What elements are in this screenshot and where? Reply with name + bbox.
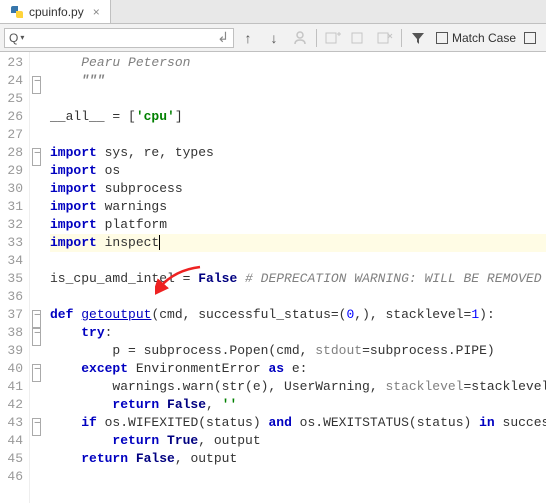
search-box[interactable]: Q ▾ ↲ xyxy=(4,28,234,48)
remove-selection-icon xyxy=(351,31,367,45)
next-match-button[interactable]: ↓ xyxy=(262,27,286,49)
exclude-button[interactable] xyxy=(373,27,397,49)
code-line[interactable] xyxy=(50,252,546,270)
line-number: 30 xyxy=(0,180,23,198)
python-file-icon xyxy=(10,5,24,19)
line-number: 44 xyxy=(0,432,23,450)
code-line[interactable]: Pearu Peterson xyxy=(50,54,546,72)
code-editor[interactable]: 2324252627282930313233343536373839404142… xyxy=(0,52,546,503)
tab-filename: cpuinfo.py xyxy=(29,5,84,19)
line-number: 31 xyxy=(0,198,23,216)
code-line[interactable]: return False, '' xyxy=(50,396,546,414)
code-line[interactable]: import os xyxy=(50,162,546,180)
checkbox-icon xyxy=(524,32,536,44)
separator xyxy=(316,29,317,47)
code-line[interactable] xyxy=(50,90,546,108)
find-toolbar: Q ▾ ↲ ↑ ↓ Match Case xyxy=(0,24,546,52)
add-selection-button[interactable] xyxy=(321,27,345,49)
code-line[interactable]: warnings.warn(str(e), UserWarning, stack… xyxy=(50,378,546,396)
code-line[interactable]: if os.WIFEXITED(status) and os.WEXITSTAT… xyxy=(50,414,546,432)
code-line[interactable] xyxy=(50,468,546,486)
code-line[interactable]: """ xyxy=(50,72,546,90)
line-number: 25 xyxy=(0,90,23,108)
match-case-checkbox[interactable]: Match Case xyxy=(432,31,520,45)
tab-bar: cpuinfo.py × xyxy=(0,0,546,24)
line-number: 32 xyxy=(0,216,23,234)
code-line[interactable]: import warnings xyxy=(50,198,546,216)
enter-icon: ↲ xyxy=(217,29,229,46)
prev-match-button[interactable]: ↑ xyxy=(236,27,260,49)
line-number: 35 xyxy=(0,270,23,288)
line-number: 41 xyxy=(0,378,23,396)
filter-icon xyxy=(411,31,425,45)
code-line[interactable]: except EnvironmentError as e: xyxy=(50,360,546,378)
code-line[interactable] xyxy=(50,126,546,144)
person-icon xyxy=(292,30,308,46)
line-number: 43 xyxy=(0,414,23,432)
line-number: 28 xyxy=(0,144,23,162)
add-selection-icon xyxy=(325,31,341,45)
line-number: 37 xyxy=(0,306,23,324)
close-tab-icon[interactable]: × xyxy=(93,5,100,19)
exclude-icon xyxy=(377,31,393,45)
search-history-dropdown-icon[interactable]: ▾ xyxy=(20,33,24,42)
line-number: 29 xyxy=(0,162,23,180)
search-icon: Q xyxy=(9,31,18,45)
code-line[interactable]: def getoutput(cmd, successful_status=(0,… xyxy=(50,306,546,324)
line-number: 42 xyxy=(0,396,23,414)
select-all-occurrences-button[interactable] xyxy=(288,27,312,49)
filter-button[interactable] xyxy=(406,27,430,49)
overflow-checkbox[interactable] xyxy=(522,32,540,44)
line-number: 34 xyxy=(0,252,23,270)
remove-selection-button[interactable] xyxy=(347,27,371,49)
code-line[interactable]: return True, output xyxy=(50,432,546,450)
code-line[interactable]: return False, output xyxy=(50,450,546,468)
line-number: 24 xyxy=(0,72,23,90)
checkbox-icon xyxy=(436,32,448,44)
match-case-label: Match Case xyxy=(452,31,516,45)
line-number-gutter: 2324252627282930313233343536373839404142… xyxy=(0,52,30,503)
code-line[interactable]: __all__ = ['cpu'] xyxy=(50,108,546,126)
search-input[interactable] xyxy=(28,31,217,45)
separator xyxy=(401,29,402,47)
code-area[interactable]: Pearu Peterson """ __all__ = ['cpu'] impor… xyxy=(44,52,546,503)
code-line[interactable]: import platform xyxy=(50,216,546,234)
fold-column[interactable] xyxy=(30,52,44,503)
line-number: 38 xyxy=(0,324,23,342)
code-line[interactable]: import inspect xyxy=(50,234,546,252)
line-number: 46 xyxy=(0,468,23,486)
code-line[interactable]: p = subprocess.Popen(cmd, stdout=subproc… xyxy=(50,342,546,360)
code-line[interactable]: is_cpu_amd_intel = False # DEPRECATION W… xyxy=(50,270,546,288)
code-line[interactable] xyxy=(50,288,546,306)
line-number: 40 xyxy=(0,360,23,378)
line-number: 33 xyxy=(0,234,23,252)
file-tab[interactable]: cpuinfo.py × xyxy=(0,0,111,23)
code-line[interactable]: import subprocess xyxy=(50,180,546,198)
line-number: 27 xyxy=(0,126,23,144)
line-number: 39 xyxy=(0,342,23,360)
line-number: 45 xyxy=(0,450,23,468)
line-number: 26 xyxy=(0,108,23,126)
line-number: 36 xyxy=(0,288,23,306)
line-number: 23 xyxy=(0,54,23,72)
code-line[interactable]: try: xyxy=(50,324,546,342)
code-line[interactable]: import sys, re, types xyxy=(50,144,546,162)
